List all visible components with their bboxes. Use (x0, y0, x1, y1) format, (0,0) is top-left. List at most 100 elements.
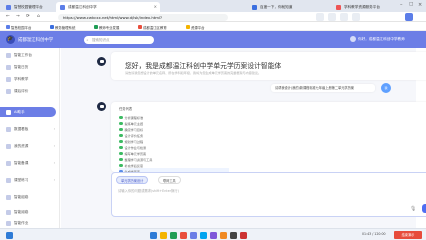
app-name: 成都温江科创中学 (18, 37, 54, 43)
taskbar-app-icon[interactable] (150, 231, 157, 239)
taskbar-app-icon[interactable] (180, 231, 187, 239)
school-logo-icon: 🎓 (6, 35, 15, 44)
sidebar-item-resources[interactable]: 我的资源 › (0, 141, 60, 151)
close-tab-icon[interactable]: × (154, 4, 157, 9)
bookmark-item[interactable]: 智慧校园平台 (6, 25, 31, 30)
taskbar-app-icon[interactable] (210, 231, 217, 239)
calendar-icon (6, 64, 11, 70)
bookmark-item[interactable]: 成都温江区教育 (138, 25, 167, 30)
bookmark-icon (94, 25, 98, 29)
check-circle-icon (119, 121, 123, 126)
reload-icon[interactable]: ⟳ (26, 14, 30, 19)
check-circle-icon (119, 145, 123, 150)
check-circle-icon (119, 157, 123, 162)
check-circle-icon (119, 163, 123, 168)
tab-favicon-icon (252, 4, 257, 10)
chat-area: 您好，我是成都温江科创中学单元学历案设计智能体 请告诉我您想设计的单元名称、所在… (61, 48, 426, 228)
clipboard-icon (6, 177, 11, 183)
sidebar-item-practice[interactable]: 课堂练习 › (0, 175, 60, 185)
send-button[interactable]: ➤ (422, 204, 426, 213)
chevron-right-icon: › (53, 127, 55, 131)
close-window-icon[interactable]: × (418, 2, 422, 8)
tab-favicon-icon (6, 4, 11, 10)
microphone-icon[interactable]: 🎙 (410, 206, 416, 212)
check-circle-icon (119, 133, 123, 138)
user-greeting[interactable]: 你好，成都温江科创中学教师 (358, 37, 405, 42)
check-circle-icon (119, 127, 123, 132)
sidebar-item-teaching[interactable]: 学科教学 (0, 74, 60, 84)
search-input[interactable]: ⌕ 搜索知识点 (84, 35, 154, 44)
browser-tab-bar: 智慧校园管理平台 成都温江科创中学 × 百度一下，你就知道 学科教学资源服务平台… (0, 0, 426, 12)
doc-icon (6, 194, 11, 200)
minimize-icon[interactable]: – (400, 2, 403, 8)
chevron-right-icon: › (53, 178, 55, 182)
profile-icon[interactable] (405, 13, 413, 21)
bookmark-icon (186, 25, 190, 29)
home-icon[interactable]: ⌂ (37, 14, 40, 19)
browser-tab-2-active[interactable]: 成都温江科创中学 × (56, 2, 160, 12)
search-icon: ⌕ (86, 37, 89, 42)
bookmark-icon (50, 25, 54, 29)
bot-avatar-icon (97, 57, 106, 66)
taskbar-app-icon[interactable] (190, 231, 197, 239)
sidebar-item-workbench[interactable]: 智能工作台 (0, 50, 60, 60)
start-icon[interactable] (6, 231, 13, 239)
extension-icon[interactable] (328, 13, 336, 21)
message-composer[interactable]: 单元学历案设计 联网工具 请输入你的问题或需求(shift+Enter换行) 🎙… (111, 172, 426, 217)
greeting-title: 您好，我是成都温江科创中学单元学历案设计智能体 (125, 62, 282, 70)
browser-tab-3[interactable]: 百度一下，你就知道 (248, 2, 330, 12)
bookmark-item[interactable]: 教务管理系统 (50, 25, 75, 30)
bookmark-icon (138, 25, 142, 29)
folder-icon (6, 143, 11, 149)
check-icon (6, 209, 11, 215)
maximize-icon[interactable]: □ (409, 2, 413, 7)
forward-icon[interactable]: → (16, 14, 20, 19)
bot-avatar-icon (97, 102, 106, 111)
browser-tab-4[interactable]: 学科教学资源服务平台 (332, 2, 392, 12)
sidebar-item-calendar[interactable]: 智能日历 (0, 62, 60, 72)
sidebar-item-paper[interactable]: 智能组卷 (0, 192, 60, 202)
task-list-header: 任务列表 (119, 107, 133, 111)
url-input[interactable]: https://www.cwkcxx.net/html/www.d/isk/in… (58, 13, 228, 21)
response-card: 任务列表 分析课程标准 提炼单元主题 确定学习目标 设计评价任务 规划学习过程 … (111, 102, 426, 175)
avatar[interactable] (350, 36, 356, 42)
check-circle-icon (119, 139, 123, 144)
sidebar-item-ai-assistant[interactable]: AI助手 (0, 107, 56, 117)
bookmarks-bar: 智慧校园平台 教务管理系统 教师专业发展 成都温江区教育 资源平台 (0, 22, 426, 31)
end-presentation-button[interactable]: 结束演示 (394, 231, 422, 239)
home-icon (6, 52, 11, 58)
extension-icon[interactable] (340, 13, 348, 21)
sidebar-item-grading[interactable]: 智能阅卷 (0, 207, 60, 217)
check-circle-icon (119, 151, 123, 156)
taskbar-app-icon[interactable] (230, 231, 237, 239)
taskbar-app-icon[interactable] (240, 231, 247, 239)
extension-icon[interactable] (352, 13, 360, 21)
bookmark-item[interactable]: 资源平台 (186, 25, 205, 30)
mode-chip[interactable]: 单元学历案设计 (116, 176, 149, 184)
sidebar-item-evaluation[interactable]: 课后评价 (0, 86, 60, 96)
extension-icon[interactable] (316, 13, 324, 21)
tab-favicon-icon (60, 4, 65, 10)
sidebar-item-homework[interactable]: 智能作业 (0, 218, 60, 228)
bookmark-item[interactable]: 教师专业发展 (94, 25, 119, 30)
taskbar-app-icon[interactable] (170, 231, 177, 239)
book-icon (6, 76, 11, 82)
browser-tab-1[interactable]: 智慧校园管理平台 (2, 2, 54, 12)
check-circle-icon (119, 115, 123, 120)
tool-chip[interactable]: 联网工具 (158, 176, 181, 184)
taskbar-app-icon[interactable] (220, 231, 227, 239)
grid-icon (6, 126, 11, 132)
greeting-subtitle: 请告诉我您想设计的单元名称、所在学科和年级，我将为您生成单元学历案的完整框架与内… (125, 71, 262, 75)
back-icon[interactable]: ← (6, 14, 10, 19)
sidebar-item-dashboard[interactable]: 数据看板 › (0, 124, 60, 134)
user-avatar-icon: 我 (381, 83, 391, 93)
taskbar-app-icon[interactable] (200, 231, 207, 239)
bookmark-icon (6, 25, 10, 29)
message-input[interactable]: 请输入你的问题或需求(shift+Enter换行) (118, 188, 179, 193)
os-taskbar: 01:43 / 120:00 结束演示 (0, 228, 426, 240)
taskbar-app-icon[interactable] (160, 231, 167, 239)
chart-icon (6, 88, 11, 94)
chevron-right-icon: › (53, 161, 55, 165)
sidebar-item-lesson-prep[interactable]: 智能备课 › (0, 158, 60, 168)
greeting-card: 您好，我是成都温江科创中学单元学历案设计智能体 请告诉我您想设计的单元名称、所在… (111, 52, 426, 80)
